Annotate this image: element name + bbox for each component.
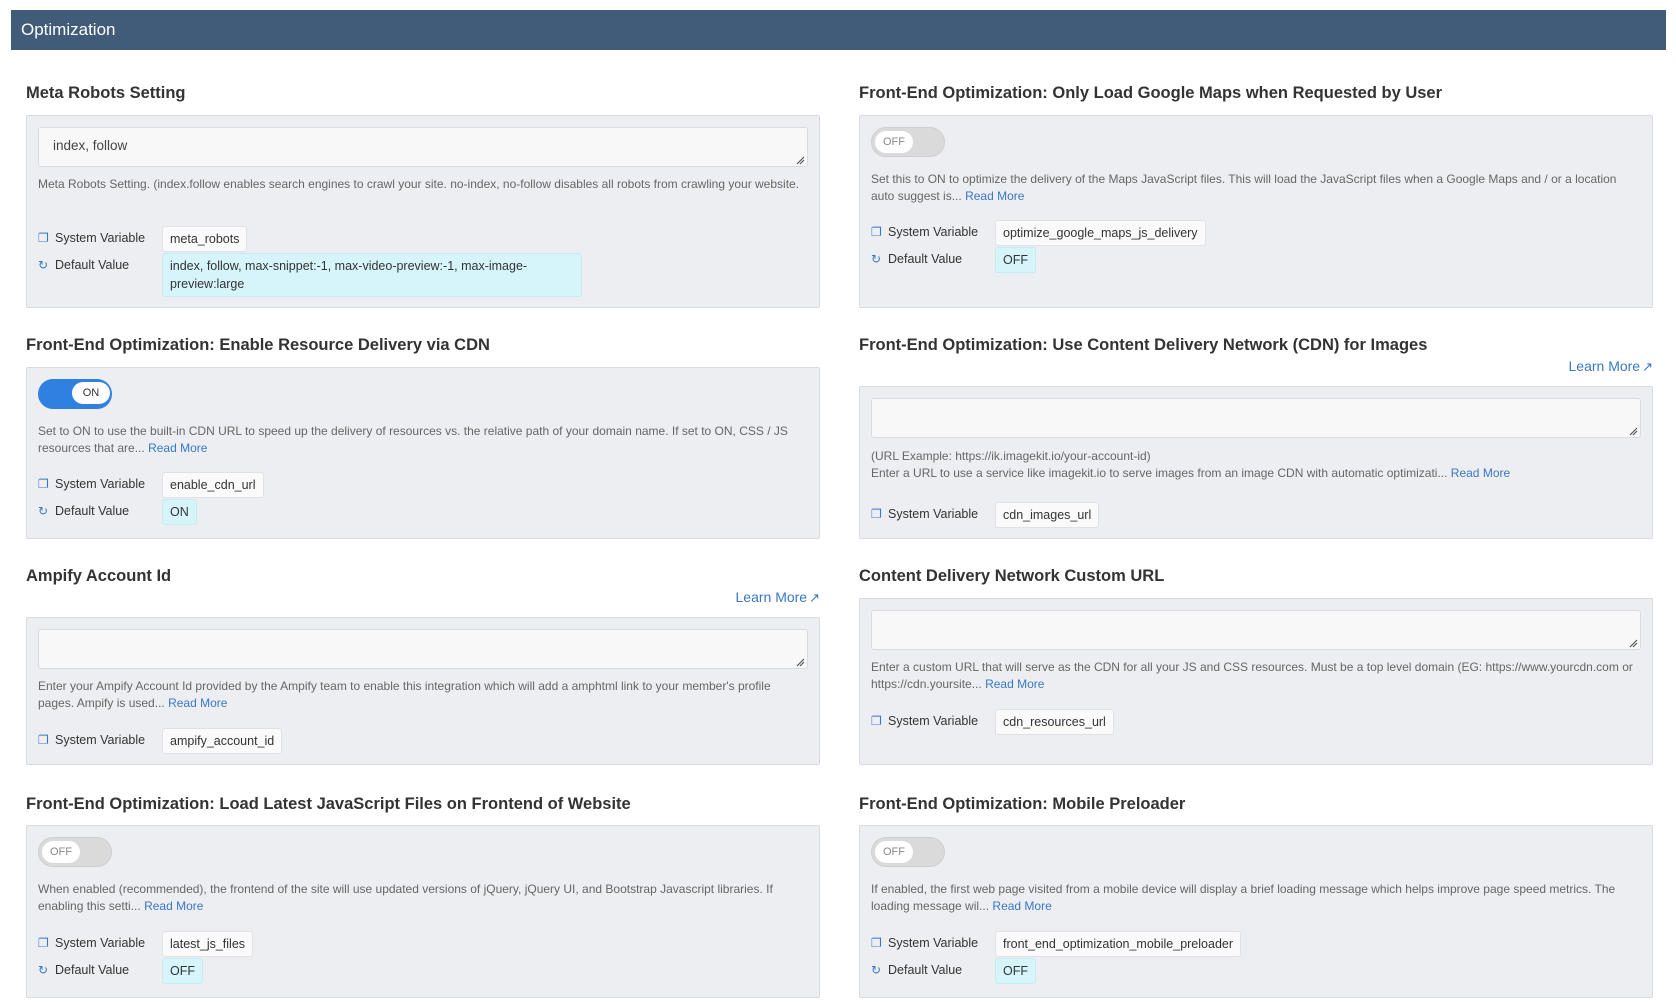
external-link-icon: ↗ [1642, 359, 1653, 374]
page-title: Optimization [21, 20, 116, 39]
refresh-icon[interactable]: ↻ [871, 963, 883, 977]
system-variable-label: ❐ System Variable [38, 231, 146, 245]
textarea-value: index, follow [53, 138, 128, 153]
setting-box: OFF If enabled, the first web page visit… [859, 825, 1653, 998]
default-value-label: ↻ Default Value [38, 258, 130, 272]
default-value-chip: index, follow, max-snippet:-1, max-video… [162, 253, 582, 297]
default-value-chip: OFF [995, 958, 1036, 984]
setting-description: Enter a custom URL that will serve as th… [871, 660, 1633, 691]
meta-robots-textarea[interactable]: index, follow [38, 127, 808, 167]
read-more-link[interactable]: Read More [144, 899, 203, 913]
resize-grip-icon[interactable] [1628, 638, 1638, 648]
refresh-icon[interactable]: ↻ [38, 258, 50, 272]
setting-box: (URL Example: https://ik.imagekit.io/you… [859, 386, 1653, 539]
mobile-preloader-toggle[interactable]: OFF [871, 837, 945, 867]
system-variable-label: ❐ System Variable [38, 733, 146, 747]
system-variable-chip: front_end_optimization_mobile_preloader [995, 931, 1242, 957]
system-variable-chip: ampify_account_id [162, 728, 283, 754]
toggle-knob: OFF [875, 131, 913, 153]
setting-description: When enabled (recommended), the frontend… [38, 882, 773, 913]
section-title: Front-End Optimization: Enable Resource … [26, 336, 490, 354]
section-title: Front-End Optimization: Use Content Deli… [859, 336, 1428, 354]
system-variable-label: ❐ System Variable [38, 936, 146, 950]
default-value-label: ↻ Default Value [38, 963, 130, 977]
section-title: Ampify Account Id [26, 567, 172, 585]
system-variable-chip: cdn_images_url [995, 502, 1100, 528]
refresh-icon[interactable]: ↻ [871, 252, 883, 266]
copy-icon[interactable]: ❐ [38, 477, 50, 491]
toggle-knob: OFF [42, 841, 80, 863]
system-variable-chip: cdn_resources_url [995, 709, 1114, 735]
system-variable-chip: latest_js_files [162, 931, 254, 957]
system-variable-chip: enable_cdn_url [162, 472, 264, 498]
setting-description: Set this to ON to optimize the delivery … [871, 172, 1617, 203]
default-value-label: ↻ Default Value [871, 252, 963, 266]
google-maps-toggle[interactable]: OFF [871, 127, 945, 157]
section-title: Front-End Optimization: Load Latest Java… [26, 795, 631, 813]
default-value-label: ↻ Default Value [871, 963, 963, 977]
copy-icon[interactable]: ❐ [38, 231, 50, 245]
learn-more-link[interactable]: Learn More ↗ [1569, 358, 1654, 375]
default-value-chip: OFF [995, 247, 1036, 273]
resize-grip-icon[interactable] [795, 155, 805, 165]
system-variable-label: ❐ System Variable [871, 225, 979, 239]
default-value-chip: ON [162, 499, 197, 525]
setting-description: (URL Example: https://ik.imagekit.io/you… [871, 449, 1511, 480]
system-variable-label: ❐ System Variable [871, 714, 979, 728]
system-variable-label: ❐ System Variable [871, 507, 979, 521]
cdn-resources-toggle[interactable]: ON [38, 379, 112, 409]
system-variable-chip: optimize_google_maps_js_delivery [995, 220, 1206, 246]
refresh-icon[interactable]: ↻ [38, 963, 50, 977]
latest-js-toggle[interactable]: OFF [38, 837, 112, 867]
section-title: Front-End Optimization: Mobile Preloader [859, 795, 1186, 813]
setting-description: Set to ON to use the built-in CDN URL to… [38, 424, 788, 455]
setting-description: If enabled, the first web page visited f… [871, 882, 1616, 913]
setting-box: OFF Set this to ON to optimize the deliv… [859, 115, 1653, 308]
read-more-link[interactable]: Read More [985, 677, 1044, 691]
toggle-knob: OFF [875, 841, 913, 863]
section-title: Front-End Optimization: Only Load Google… [859, 84, 1443, 102]
copy-icon[interactable]: ❐ [38, 936, 50, 950]
refresh-icon[interactable]: ↻ [38, 504, 50, 518]
section-title: Content Delivery Network Custom URL [859, 567, 1165, 585]
ampify-account-textarea[interactable] [38, 629, 808, 669]
setting-box: Enter a custom URL that will serve as th… [859, 598, 1653, 765]
read-more-link[interactable]: Read More [1451, 466, 1510, 480]
read-more-link[interactable]: Read More [168, 696, 227, 710]
learn-more-link[interactable]: Learn More ↗ [736, 589, 821, 606]
setting-box: ON Set to ON to use the built-in CDN URL… [26, 367, 820, 539]
system-variable-chip: meta_robots [162, 226, 248, 252]
copy-icon[interactable]: ❐ [38, 733, 50, 747]
read-more-link[interactable]: Read More [965, 189, 1024, 203]
copy-icon[interactable]: ❐ [871, 936, 883, 950]
copy-icon[interactable]: ❐ [871, 714, 883, 728]
copy-icon[interactable]: ❐ [871, 225, 883, 239]
resize-grip-icon[interactable] [795, 657, 805, 667]
default-value-label: ↻ Default Value [38, 504, 130, 518]
external-link-icon: ↗ [809, 590, 820, 605]
setting-description: Meta Robots Setting. (index.follow enabl… [38, 177, 800, 191]
toggle-knob: ON [72, 382, 110, 404]
system-variable-label: ❐ System Variable [871, 936, 979, 950]
section-title: Meta Robots Setting [26, 84, 186, 102]
cdn-images-textarea[interactable] [871, 398, 1641, 438]
read-more-link[interactable]: Read More [148, 441, 207, 455]
system-variable-label: ❐ System Variable [38, 477, 146, 491]
default-value-chip: OFF [162, 958, 203, 984]
setting-description: Enter your Ampify Account Id provided by… [38, 679, 771, 710]
setting-box: Enter your Ampify Account Id provided by… [26, 617, 820, 765]
page-header: Optimization [11, 10, 1666, 50]
copy-icon[interactable]: ❐ [871, 507, 883, 521]
setting-box: index, follow Meta Robots Setting. (inde… [26, 115, 820, 308]
cdn-custom-url-textarea[interactable] [871, 610, 1641, 650]
read-more-link[interactable]: Read More [992, 899, 1051, 913]
resize-grip-icon[interactable] [1628, 426, 1638, 436]
setting-box: OFF When enabled (recommended), the fron… [26, 825, 820, 998]
